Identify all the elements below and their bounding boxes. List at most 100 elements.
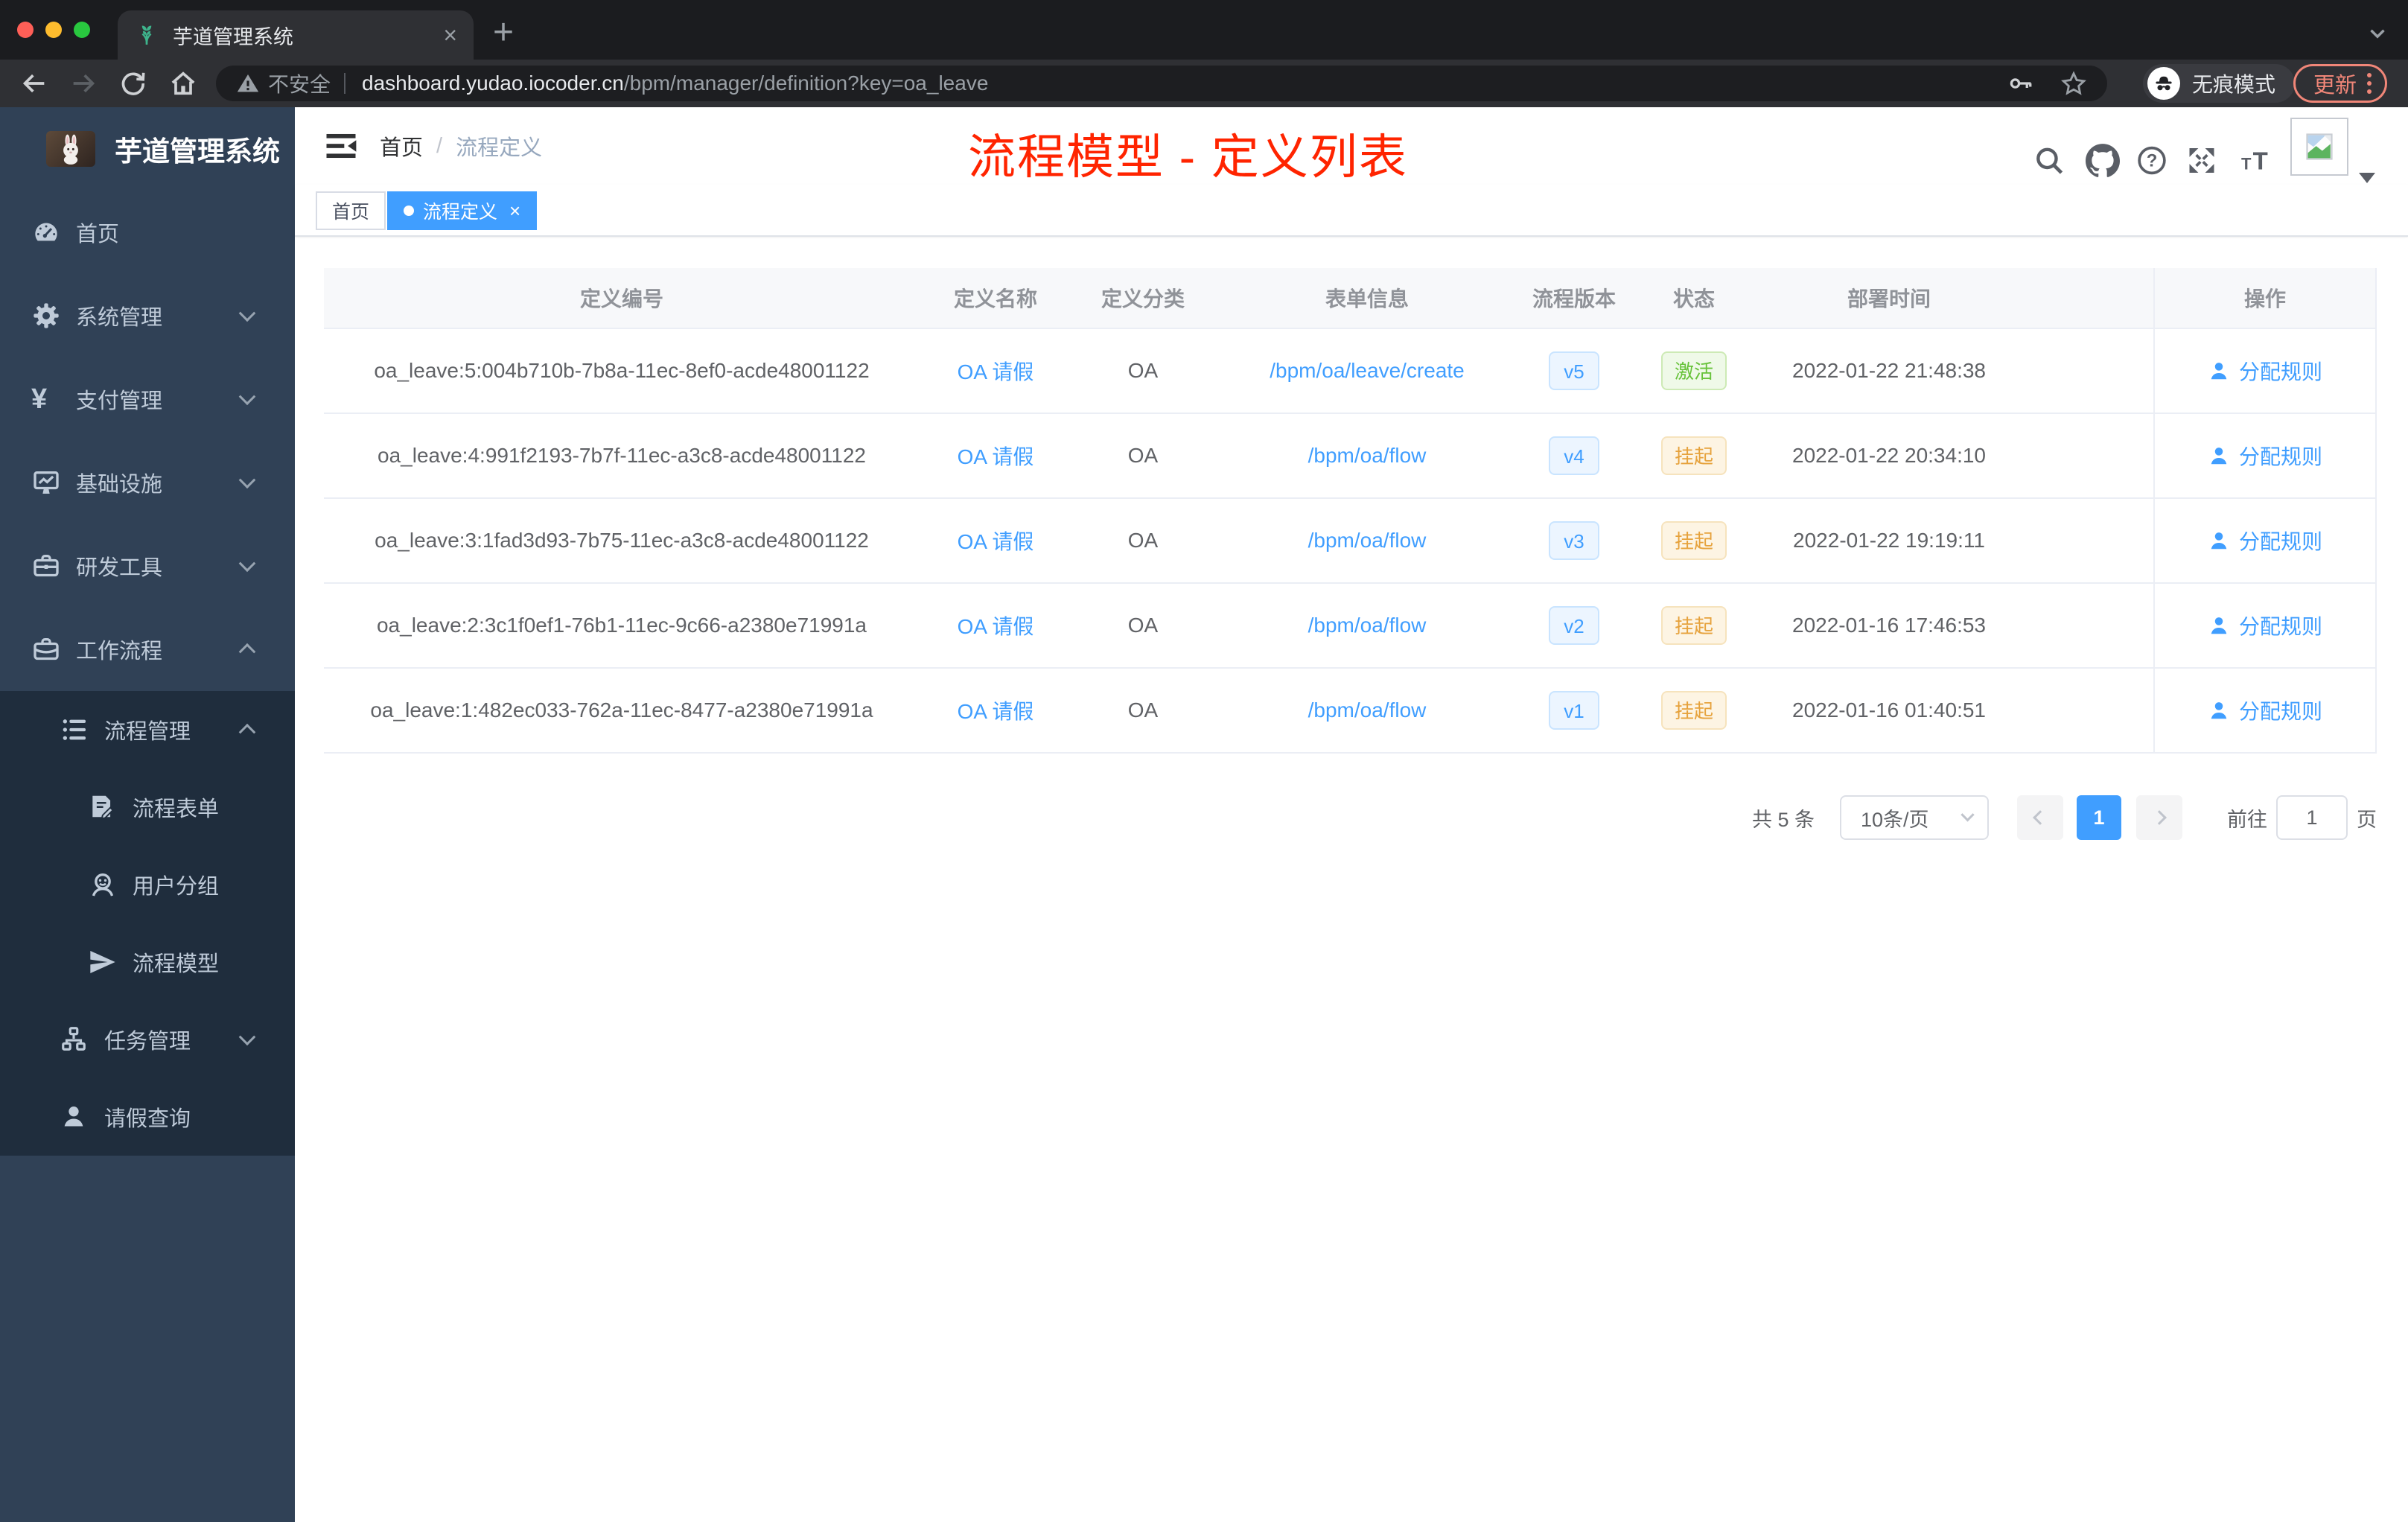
- tag-home[interactable]: 首页: [316, 191, 386, 230]
- status-badge: 挂起: [1660, 521, 1727, 560]
- sidebar-logo: 芋道管理系统: [0, 107, 295, 191]
- definition-id: oa_leave:2:3c1f0ef1-76b1-11ec-9c66-a2380…: [376, 614, 867, 637]
- next-page-button[interactable]: [2136, 795, 2182, 840]
- help-icon[interactable]: ?: [2135, 144, 2168, 181]
- avatar[interactable]: [2290, 118, 2348, 176]
- key-icon[interactable]: [2007, 70, 2034, 97]
- sidebar-item-system[interactable]: 系统管理: [0, 274, 295, 357]
- sidebar-collapse-icon[interactable]: [322, 127, 360, 169]
- security-label: 不安全: [268, 73, 331, 96]
- goto-page-input[interactable]: 1: [2276, 795, 2348, 840]
- definition-name-link[interactable]: OA 请假: [958, 615, 1034, 638]
- user-icon: [2211, 448, 2227, 465]
- form-link[interactable]: /bpm/oa/leave/create: [1270, 359, 1465, 382]
- tab-close-icon[interactable]: ×: [443, 23, 457, 47]
- update-button[interactable]: 更新: [2293, 64, 2388, 103]
- table-row: oa_leave:1:482ec033-762a-11ec-8477-a2380…: [324, 669, 2377, 754]
- app-title: 芋道管理系统: [115, 136, 280, 167]
- page-number-button[interactable]: 1: [2077, 795, 2121, 840]
- form-edit-icon: [88, 792, 118, 822]
- tags-view-bar: 首页 流程定义 ×: [295, 185, 2408, 237]
- sidebar-item-process-form[interactable]: 流程表单: [0, 768, 295, 846]
- url-divider: [344, 73, 346, 94]
- definition-table: 定义编号 定义名称 定义分类 表单信息 流程版本 状态 部署时间 操作 oa_l…: [324, 268, 2377, 754]
- tab-title: 芋道管理系统: [173, 25, 293, 48]
- chevron-left-icon: [2033, 810, 2048, 825]
- assign-rule-link[interactable]: 分配规则: [2208, 695, 2322, 725]
- status-badge: 挂起: [1660, 691, 1727, 730]
- new-tab-button[interactable]: +: [493, 12, 514, 53]
- sidebar-item-home[interactable]: 首页: [0, 191, 295, 274]
- forward-button[interactable]: [69, 69, 98, 102]
- assign-rule-link[interactable]: 分配规则: [2208, 611, 2322, 640]
- sidebar-item-dev-tools[interactable]: 研发工具: [0, 524, 295, 608]
- assign-rule-link[interactable]: 分配规则: [2208, 356, 2322, 386]
- definition-name-link[interactable]: OA 请假: [958, 360, 1034, 383]
- form-link[interactable]: /bpm/oa/flow: [1308, 614, 1427, 637]
- sidebar-item-workflow[interactable]: 工作流程: [0, 608, 295, 691]
- page-size-select[interactable]: 10条/页: [1840, 795, 1989, 840]
- assign-rule-link[interactable]: 分配规则: [2208, 441, 2322, 471]
- bookmark-star-icon[interactable]: [2060, 69, 2088, 98]
- logo-rabbit-image: [46, 131, 95, 167]
- tab-search-chevron-icon[interactable]: [2365, 21, 2390, 50]
- sidebar-item-leave-query[interactable]: 请假查询: [0, 1078, 295, 1156]
- zoom-window-button[interactable]: [74, 22, 90, 38]
- tag-close-icon[interactable]: ×: [509, 200, 520, 223]
- sidebar-item-process-model[interactable]: 流程模型: [0, 923, 295, 1001]
- minimize-window-button[interactable]: [45, 22, 62, 38]
- definition-id: oa_leave:3:1fad3d93-7b75-11ec-a3c8-acde4…: [375, 529, 869, 552]
- annotation-title: 流程模型 - 定义列表: [968, 130, 1408, 184]
- prev-page-button[interactable]: [2017, 795, 2063, 840]
- pagination-total: 共 5 条: [1751, 808, 1815, 831]
- assign-rule-link[interactable]: 分配规则: [2208, 526, 2322, 555]
- definition-name-link[interactable]: OA 请假: [958, 530, 1034, 553]
- form-link[interactable]: /bpm/oa/flow: [1308, 529, 1427, 552]
- back-button[interactable]: [19, 69, 49, 102]
- reload-button[interactable]: [118, 69, 147, 102]
- definition-name-link[interactable]: OA 请假: [958, 700, 1034, 723]
- warning-triangle-icon[interactable]: [235, 71, 261, 96]
- tree-list-icon: [60, 715, 89, 745]
- url-bar[interactable]: 不安全 dashboard.yudao.iocoder.cn/bpm/manag…: [216, 66, 2107, 101]
- home-button[interactable]: [168, 69, 198, 102]
- url-text: dashboard.yudao.iocoder.cn/bpm/manager/d…: [362, 71, 989, 95]
- github-icon[interactable]: [2086, 144, 2120, 182]
- form-link[interactable]: /bpm/oa/flow: [1308, 444, 1427, 467]
- chevron-down-icon: [1961, 807, 1975, 821]
- sidebar-item-label: 用户分组: [133, 875, 220, 899]
- deploy-time: 2022-01-16 01:40:51: [1792, 698, 1986, 722]
- sidebar-item-infrastructure[interactable]: 基础设施: [0, 441, 295, 524]
- deploy-time: 2022-01-16 17:46:53: [1792, 614, 1986, 637]
- chevron-up-icon: [238, 723, 256, 741]
- sidebar-item-user-group[interactable]: 用户分组: [0, 846, 295, 923]
- monitor-icon: [31, 468, 61, 497]
- menu-dots-icon[interactable]: [2367, 73, 2372, 94]
- column-header: 状态: [1672, 287, 1715, 311]
- breadcrumb-current: 流程定义: [456, 136, 543, 160]
- sidebar-item-payment[interactable]: ¥ 支付管理: [0, 357, 295, 441]
- sidebar-item-label: 支付管理: [76, 389, 163, 413]
- user-group-icon: [88, 870, 118, 899]
- definition-category: OA: [1127, 444, 1159, 467]
- incognito-icon: [2147, 67, 2180, 100]
- definition-name-link[interactable]: OA 请假: [958, 445, 1034, 468]
- sidebar-item-task-management[interactable]: 任务管理: [0, 1001, 295, 1078]
- gear-icon: [31, 301, 61, 331]
- sidebar-item-label: 基础设施: [76, 473, 163, 497]
- chevron-down-icon: [238, 471, 256, 489]
- column-header: 定义分类: [1101, 287, 1185, 311]
- fullscreen-icon[interactable]: [2185, 144, 2218, 181]
- breadcrumb-home[interactable]: 首页: [380, 130, 423, 162]
- sidebar-item-process-management[interactable]: 流程管理: [0, 691, 295, 768]
- close-window-button[interactable]: [17, 22, 34, 38]
- version-badge: v2: [1549, 606, 1599, 645]
- caret-down-icon[interactable]: [2359, 173, 2375, 183]
- browser-tab[interactable]: 芋道管理系统 ×: [118, 10, 474, 60]
- definition-id: oa_leave:4:991f2193-7b7f-11ec-a3c8-acde4…: [378, 444, 866, 467]
- tag-process-definition[interactable]: 流程定义 ×: [387, 191, 538, 230]
- font-size-icon[interactable]: TT: [2240, 144, 2275, 181]
- sidebar-item-label: 流程表单: [133, 797, 220, 821]
- form-link[interactable]: /bpm/oa/flow: [1308, 698, 1427, 722]
- search-icon[interactable]: [2033, 144, 2065, 181]
